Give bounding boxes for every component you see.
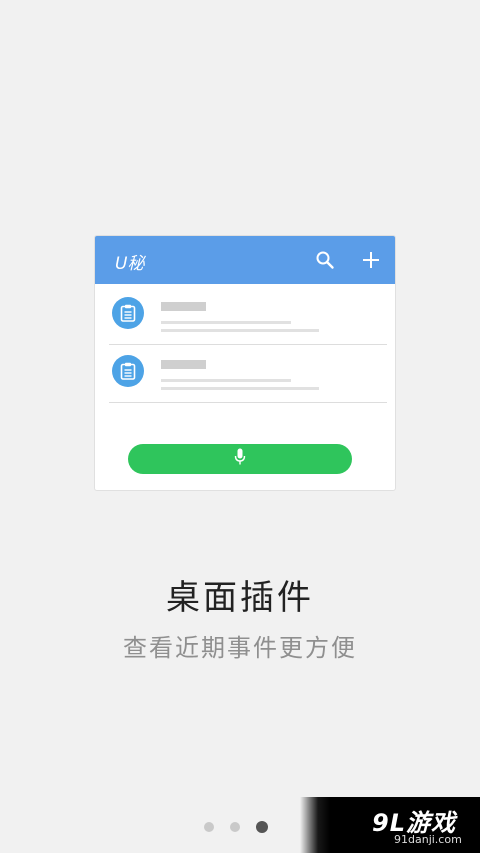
list-item[interactable] <box>109 286 387 345</box>
widget-header: U秘 <box>95 236 395 284</box>
placeholder-line <box>161 379 291 382</box>
placeholder-title <box>161 360 206 369</box>
page-dot[interactable] <box>230 822 240 832</box>
search-icon[interactable] <box>313 248 337 272</box>
tutorial-screen: U秘 桌面插件 查看近期事件更方便 9L游戏 91danji.com <box>0 0 480 853</box>
clipboard-icon <box>112 355 144 387</box>
widget-title: U秘 <box>115 254 145 274</box>
plus-icon[interactable] <box>359 248 383 272</box>
list-item[interactable] <box>109 344 387 403</box>
placeholder-line <box>161 387 319 390</box>
voice-input-button[interactable] <box>128 444 352 474</box>
page-dot-active[interactable] <box>256 821 268 833</box>
placeholder-line <box>161 329 319 332</box>
page-dot[interactable] <box>204 822 214 832</box>
widget-preview-card: U秘 <box>94 235 396 491</box>
microphone-icon <box>234 448 246 470</box>
feature-description: 查看近期事件更方便 <box>123 634 357 662</box>
watermark: 9L游戏 91danji.com <box>300 797 480 853</box>
placeholder-title <box>161 302 206 311</box>
clipboard-icon <box>112 297 144 329</box>
feature-headline: 桌面插件 <box>166 578 314 618</box>
watermark-url: 91danji.com <box>394 833 462 846</box>
placeholder-line <box>161 321 291 324</box>
